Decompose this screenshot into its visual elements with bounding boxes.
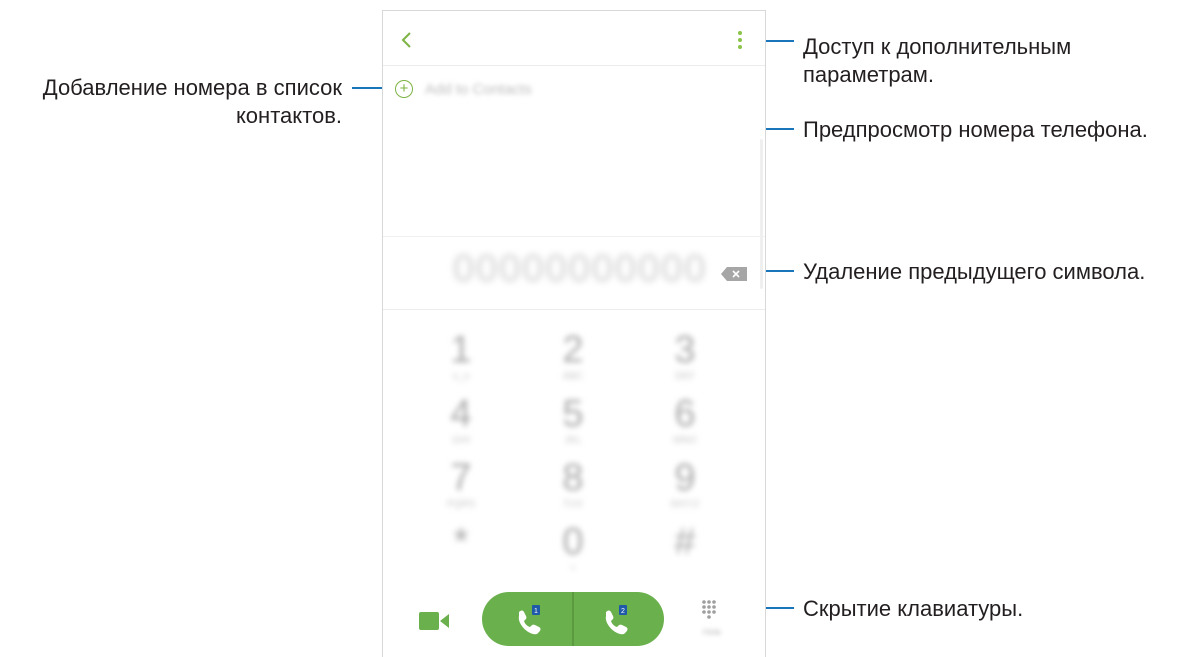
dialpad-key-letters: o_o [452, 371, 470, 382]
dialpad-key[interactable]: * [421, 521, 501, 563]
dialpad-key[interactable]: 5 JKL [533, 393, 613, 447]
keypad-icon[interactable] [701, 599, 723, 621]
dialpad-key[interactable]: 3 DEF [645, 329, 725, 383]
backspace-icon[interactable] [721, 267, 747, 281]
callout-delete-char: Удаление предыдущего символа. [803, 259, 1146, 284]
call-sim1-button[interactable]: 1 [482, 592, 572, 646]
callout-more-options: Доступ к дополнительным параметрам. [803, 34, 1072, 87]
svg-text:2: 2 [621, 608, 625, 615]
call-buttons: 1 2 [482, 592, 664, 646]
dialpad-key-digit: 0 [562, 521, 584, 563]
phone-icon: 2 [605, 605, 628, 635]
more-options-icon[interactable] [737, 31, 743, 49]
dialpad-key-digit: * [453, 521, 469, 563]
dialpad-key-digit: 7 [450, 457, 472, 499]
dialpad-key[interactable]: 7 PQRS [421, 457, 501, 511]
dialpad-key-letters: JKL [564, 435, 582, 446]
dialpad-key[interactable]: 6 MNO [645, 393, 725, 447]
video-call-icon[interactable] [419, 611, 449, 631]
dialpad-key-letters: TUV [563, 499, 583, 510]
dialpad-key-digit: 2 [562, 329, 584, 371]
dialpad-key[interactable]: 9 WXYZ [645, 457, 725, 511]
add-contact-label[interactable]: Add to Contacts [425, 81, 532, 98]
dialpad-key-digit: # [674, 521, 696, 563]
dialpad-key-digit: 4 [450, 393, 472, 435]
number-divider [383, 236, 765, 237]
dialpad-key-letters: WXYZ [670, 499, 700, 510]
dialpad-key[interactable]: 8 TUV [533, 457, 613, 511]
dialpad-key-letters: GHI [452, 435, 470, 446]
dialpad-key-letters: DEF [675, 371, 695, 382]
add-icon[interactable]: + [395, 80, 413, 98]
dialpad-key-letters: + [570, 563, 576, 574]
dialpad-key-digit: 5 [562, 393, 584, 435]
dialpad-key-letters: MNO [673, 435, 697, 446]
number-display: 00000000000 [453, 248, 708, 290]
callout-number-preview: Предпросмотр номера телефона. [803, 117, 1148, 142]
callout-add-contact: Добавление номера в список контактов. [42, 75, 342, 128]
dialpad-key[interactable]: 1 o_o [421, 329, 501, 383]
keypad-toggle-label: Hide [702, 627, 722, 637]
back-icon[interactable] [397, 29, 417, 51]
callout-hide-keypad: Скрытие клавиатуры. [803, 596, 1024, 621]
dialpad-key[interactable]: 4 GHI [421, 393, 501, 447]
header-divider [383, 65, 765, 66]
dialpad-key-digit: 9 [674, 457, 696, 499]
dialpad-key-digit: 1 [450, 329, 472, 371]
phone-screen: + Add to Contacts 00000000000 1 o_o 2 ABC 3 D… [382, 10, 766, 657]
svg-text:1: 1 [534, 608, 538, 615]
dialpad-key[interactable]: 2 ABC [533, 329, 613, 383]
dialpad-key-digit: 3 [674, 329, 696, 371]
dialpad-key[interactable]: 0 + [533, 521, 613, 575]
keypad-divider [383, 309, 765, 310]
dialpad-key-digit: 8 [562, 457, 584, 499]
dialpad-key-letters: PQRS [446, 499, 476, 510]
phone-icon: 1 [518, 605, 541, 635]
dialpad-key-letters: ABC [562, 371, 584, 382]
call-sim2-button[interactable]: 2 [573, 592, 663, 646]
dialpad-key-digit: 6 [674, 393, 696, 435]
scrollbar[interactable] [760, 139, 763, 289]
dialpad-key[interactable]: # [645, 521, 725, 563]
